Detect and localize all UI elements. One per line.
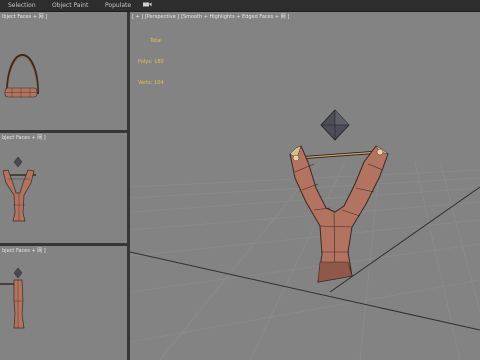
viewport-perspective[interactable]: [ + ] [Perspective ] [Smooth + Highlight… <box>130 12 480 360</box>
viewport-top[interactable]: lbject Faces + 网 ] <box>0 12 127 130</box>
slingshot-side-view <box>0 267 25 329</box>
viewport-front[interactable]: bject Faces + 网 ] <box>0 133 127 243</box>
ribbon-tab-populate[interactable]: Populate <box>105 1 131 10</box>
perspective-scene <box>130 109 480 360</box>
stats-verts-row: Verts: 104 <box>138 80 164 87</box>
camera-icon[interactable] <box>142 0 152 9</box>
grid-axis-line <box>130 251 480 331</box>
slingshot-front-view <box>2 156 36 222</box>
viewport-left[interactable]: bject Faces + 网 ] <box>0 246 127 360</box>
ribbon-tab-object-paint[interactable]: Object Paint <box>52 1 88 10</box>
viewport-perspective-label[interactable]: [ + ] [Perspective ] [Smooth + Highlight… <box>132 13 289 20</box>
stats-overlay: Total Polys: 180 Verts: 104 <box>138 24 164 101</box>
stats-polys-row: Polys: 180 <box>138 59 164 66</box>
ribbon-tab-selection[interactable]: Selection <box>8 1 36 10</box>
stats-polys-label: Polys: <box>138 59 153 65</box>
slingshot-top-view <box>4 54 39 98</box>
pouch-diamond <box>320 109 350 141</box>
stats-polys-value: 180 <box>154 59 164 65</box>
stats-verts-value: 104 <box>154 80 164 86</box>
stats-title: Total <box>150 38 162 44</box>
ribbon-bar: Selection Object Paint Populate <box>0 0 480 12</box>
stats-verts-label: Verts: <box>138 80 153 86</box>
